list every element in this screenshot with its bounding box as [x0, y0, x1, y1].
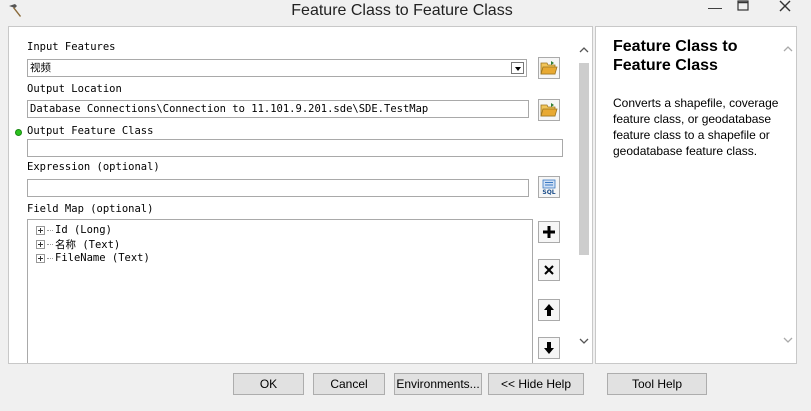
maximize-icon — [737, 0, 749, 11]
chevron-up-icon[interactable] — [578, 44, 590, 56]
help-panel: Feature Class to Feature Class Converts … — [595, 26, 797, 364]
list-item[interactable]: 名称 (Text) — [36, 237, 120, 251]
arrow-up-icon — [544, 304, 554, 316]
output-feature-class-label: Output Feature Class — [27, 125, 154, 137]
move-up-button[interactable] — [538, 299, 560, 321]
minimize-icon: — — [708, 0, 722, 15]
sql-builder-button[interactable]: SQL — [538, 176, 560, 198]
output-location-label: Output Location — [27, 83, 122, 95]
chevron-down-icon[interactable] — [782, 334, 794, 346]
parameters-panel: Input Features 视频 Output Location Databa… — [8, 26, 593, 364]
required-indicator-icon — [15, 129, 22, 136]
tool-help-button[interactable]: Tool Help — [607, 373, 707, 395]
cancel-button[interactable]: Cancel — [313, 373, 385, 395]
chevron-down-icon[interactable] — [511, 62, 524, 74]
output-location-input[interactable]: Database Connections\Connection to 11.10… — [27, 100, 529, 118]
browse-input-button[interactable] — [538, 57, 560, 79]
input-features-label: Input Features — [27, 41, 116, 53]
chevron-down-icon[interactable] — [578, 335, 590, 347]
chevron-up-icon[interactable] — [782, 43, 794, 55]
arrow-down-icon — [544, 342, 554, 354]
expand-icon[interactable] — [36, 225, 45, 235]
maximize-button[interactable] — [733, 0, 753, 16]
input-features-dropdown[interactable]: 视频 — [27, 59, 527, 77]
close-button[interactable] — [763, 0, 807, 16]
help-title: Feature Class to Feature Class — [613, 38, 738, 74]
add-field-button[interactable] — [538, 221, 560, 243]
minimize-button[interactable]: — — [703, 0, 727, 16]
svg-text:SQL: SQL — [542, 189, 555, 195]
expression-label: Expression (optional) — [27, 161, 160, 173]
window-title: Feature Class to Feature Class — [291, 2, 513, 19]
browse-output-location-button[interactable] — [538, 99, 560, 121]
list-item[interactable]: FileName (Text) — [36, 251, 150, 265]
close-icon — [779, 0, 791, 12]
folder-open-icon — [540, 61, 558, 75]
remove-field-button[interactable] — [538, 259, 560, 281]
output-feature-class-input[interactable] — [27, 139, 563, 157]
folder-open-icon — [540, 103, 558, 117]
move-down-button[interactable] — [538, 337, 560, 359]
sql-icon: SQL — [542, 179, 556, 195]
ok-button[interactable]: OK — [233, 373, 304, 395]
field-map-list[interactable]: Id (Long) 名称 (Text) FileName (Text) — [27, 219, 533, 363]
expression-input[interactable] — [27, 179, 529, 197]
help-scrollbar[interactable] — [781, 26, 795, 362]
expand-icon[interactable] — [36, 253, 45, 263]
parameters-scrollbar[interactable] — [576, 27, 592, 363]
hide-help-button[interactable]: << Hide Help — [488, 373, 584, 395]
delete-icon — [544, 265, 554, 275]
environments-button[interactable]: Environments... — [394, 373, 482, 395]
input-features-value: 视频 — [30, 62, 51, 74]
title-bar: Feature Class to Feature Class — — [0, 0, 811, 24]
plus-icon — [543, 226, 555, 238]
list-item[interactable]: Id (Long) — [36, 223, 112, 237]
field-map-label: Field Map (optional) — [27, 203, 154, 215]
scrollbar-thumb[interactable] — [579, 63, 589, 255]
help-text: Converts a shapefile, coverage feature c… — [613, 96, 779, 158]
expand-icon[interactable] — [36, 239, 45, 249]
